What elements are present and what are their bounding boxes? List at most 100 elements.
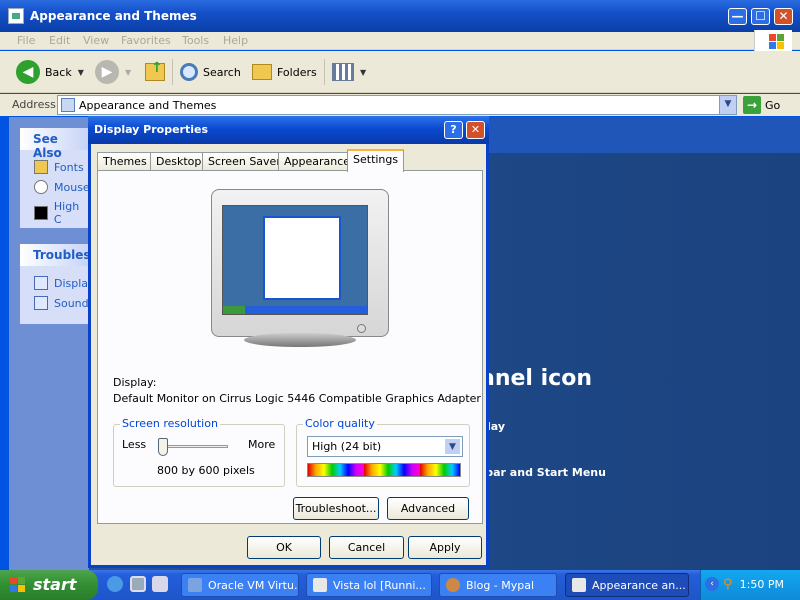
go-label: Go: [765, 98, 781, 112]
color-quality-select[interactable]: High (24 bit) ▼: [307, 436, 463, 457]
color-quality-value: High (24 bit): [312, 440, 382, 453]
task-oracle-vm[interactable]: Oracle VM Virtu...: [181, 573, 299, 597]
back-button[interactable]: ◀ Back ▼: [16, 59, 84, 85]
tab-settings[interactable]: Settings: [347, 149, 405, 172]
dialog-close-button[interactable]: ✕: [466, 121, 485, 139]
views-button[interactable]: ▼: [332, 59, 366, 85]
tab-desktop[interactable]: Desktop: [150, 152, 208, 171]
ok-button[interactable]: OK: [247, 536, 321, 559]
more-label: More: [248, 438, 276, 451]
advanced-button[interactable]: Advanced: [387, 497, 469, 520]
see-also-header[interactable]: See Also: [20, 128, 90, 160]
troubleshooters-header[interactable]: Troublesh: [20, 244, 99, 266]
maximize-button[interactable]: ☐: [751, 8, 770, 25]
tab-appearance[interactable]: Appearance: [278, 152, 357, 171]
clock[interactable]: 1:50 PM: [740, 578, 784, 591]
system-tray: ‹ ⚲ 1:50 PM: [700, 570, 800, 600]
up-folder-button[interactable]: ↑: [145, 59, 165, 85]
menu-help[interactable]: Help: [223, 34, 248, 47]
color-quality-group: Color quality High (24 bit) ▼: [296, 417, 470, 487]
tab-themes[interactable]: Themes: [97, 152, 153, 171]
go-button[interactable]: → Go: [743, 95, 780, 115]
resolution-slider[interactable]: [158, 438, 168, 456]
forward-arrow-icon: ▶: [95, 60, 119, 84]
show-hidden-icons-button[interactable]: ‹: [705, 577, 719, 591]
go-arrow-icon: →: [743, 96, 761, 114]
quick-launch-icon[interactable]: [130, 576, 146, 592]
folders-button[interactable]: Folders: [252, 59, 317, 85]
settings-panel: Display: Default Monitor on Cirrus Logic…: [97, 170, 483, 524]
task-link-display[interactable]: lay: [487, 420, 505, 433]
menu-file[interactable]: File: [17, 34, 35, 47]
troubleshoot-sound[interactable]: Sound: [34, 296, 89, 310]
address-bar: Address Appearance and Themes ▼ → Go: [0, 94, 800, 116]
task-oracle-vm-label: Oracle VM Virtu...: [208, 578, 299, 592]
menu-edit[interactable]: Edit: [49, 34, 70, 47]
chevron-down-icon[interactable]: ▼: [78, 68, 84, 77]
see-also-mouse-label: Mouse: [54, 180, 90, 194]
close-button[interactable]: ✕: [774, 8, 793, 25]
vm-window-icon: [313, 578, 327, 592]
chevron-down-icon[interactable]: ▼: [360, 68, 366, 77]
taskbar: start Oracle VM Virtu... Vista lol [Runn…: [0, 570, 800, 600]
folder-icon: [8, 8, 24, 24]
search-button[interactable]: Search: [180, 59, 241, 85]
resolution-value: 800 by 600 pixels: [157, 464, 255, 477]
menu-tools[interactable]: Tools: [182, 34, 209, 47]
search-tray-icon[interactable]: ⚲: [723, 577, 733, 592]
chevron-down-icon[interactable]: ▼: [444, 438, 461, 455]
dialog-title: Display Properties: [94, 123, 209, 136]
start-button[interactable]: start: [0, 570, 98, 600]
address-input[interactable]: Appearance and Themes ▼: [57, 95, 737, 115]
high-contrast-icon: [34, 206, 48, 220]
power-button-icon: [357, 324, 366, 333]
folders-label: Folders: [277, 65, 317, 79]
title-bar[interactable]: Appearance and Themes — ☐ ✕: [0, 0, 800, 32]
see-also-fonts[interactable]: Fonts: [34, 160, 84, 174]
task-vista[interactable]: Vista lol [Runni...: [306, 573, 432, 597]
pick-control-panel-heading: anel icon: [480, 366, 592, 391]
see-also-high-contrast[interactable]: High C: [34, 200, 90, 226]
help-icon: [34, 296, 48, 310]
task-blog-mypal[interactable]: Blog - Mypal: [439, 573, 557, 597]
browser-icon: [446, 578, 460, 592]
quick-launch-icon[interactable]: [152, 576, 168, 592]
internet-explorer-icon[interactable]: [107, 576, 123, 592]
minimize-button[interactable]: —: [728, 8, 747, 25]
tab-screen-saver[interactable]: Screen Saver: [202, 152, 287, 171]
dialog-title-bar[interactable]: Display Properties ? ✕: [88, 116, 489, 144]
start-label: start: [33, 575, 77, 594]
see-also-fonts-label: Fonts: [54, 160, 84, 174]
search-icon: [180, 63, 198, 81]
troubleshoot-button[interactable]: Troubleshoot...: [293, 497, 379, 520]
address-label: Address: [12, 98, 56, 111]
folder-window-icon: [572, 578, 586, 592]
see-also-mouse[interactable]: Mouse: [34, 180, 90, 194]
toolbar-separator: [324, 59, 325, 85]
toolbar: ◀ Back ▼ ▶ ▼ ↑ Search Folders ▼: [0, 51, 800, 93]
folders-icon: [252, 64, 272, 80]
forward-button[interactable]: ▶ ▼: [95, 59, 131, 85]
views-icon: [332, 63, 354, 81]
toolbar-separator: [172, 59, 173, 85]
display-properties-dialog: Display Properties ? ✕ Themes Desktop Sc…: [88, 116, 489, 568]
apply-button[interactable]: Apply: [408, 536, 482, 559]
back-arrow-icon: ◀: [16, 60, 40, 84]
chevron-down-icon[interactable]: ▼: [125, 68, 131, 77]
header-banner: [488, 117, 800, 153]
help-button[interactable]: ?: [444, 121, 463, 139]
window-title: Appearance and Themes: [30, 9, 197, 23]
windows-logo-icon: [754, 30, 792, 52]
menu-favorites[interactable]: Favorites: [121, 34, 171, 47]
troubleshoot-display[interactable]: Display: [34, 276, 95, 290]
menu-view[interactable]: View: [83, 34, 109, 47]
help-icon: [34, 276, 48, 290]
address-dropdown-button[interactable]: ▼: [719, 96, 736, 114]
mouse-icon: [34, 180, 48, 194]
fonts-folder-icon: [34, 160, 48, 174]
task-appearance-label: Appearance an...: [592, 578, 686, 592]
task-link-taskbar[interactable]: tbar and Start Menu: [480, 466, 606, 479]
task-appearance[interactable]: Appearance an...: [565, 573, 689, 597]
cancel-button[interactable]: Cancel: [329, 536, 404, 559]
control-panel-icon: [61, 98, 75, 112]
